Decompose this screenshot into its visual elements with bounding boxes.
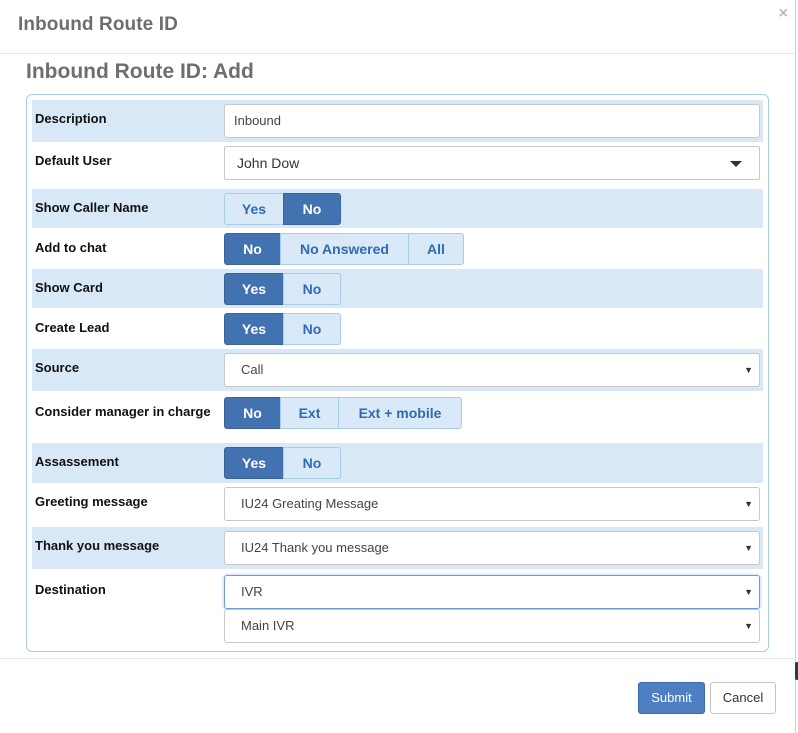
destination-target-value: Main IVR [241, 618, 295, 633]
modal-title: Inbound Route ID [18, 14, 178, 35]
show-card-label: Show Card [35, 280, 103, 295]
default-user-value: John Dow [237, 155, 300, 171]
destination-target-select[interactable]: Main IVR ▼ [224, 609, 760, 643]
destination-type-value: IVR [241, 584, 263, 599]
greeting-message-select[interactable]: IU24 Greating Message ▼ [224, 487, 760, 521]
cancel-button[interactable]: Cancel [710, 682, 776, 714]
add-to-chat-no[interactable]: No [224, 233, 281, 265]
create-lead-no[interactable]: No [283, 313, 341, 345]
add-to-chat-toggle: No No Answered All [224, 233, 464, 265]
close-icon[interactable]: × [779, 6, 788, 22]
greeting-message-label: Greeting message [35, 494, 148, 509]
dropdown-arrow-icon: ▼ [744, 621, 753, 631]
thank-you-message-select[interactable]: IU24 Thank you message ▼ [224, 531, 760, 565]
show-caller-name-toggle: Yes No [224, 193, 341, 225]
greeting-message-value: IU24 Greating Message [241, 496, 379, 511]
consider-manager-no[interactable]: No [224, 397, 281, 429]
show-card-yes[interactable]: Yes [224, 273, 284, 305]
source-label: Source [35, 360, 80, 375]
thank-you-message-label: Thank you message [35, 538, 160, 553]
modal-footer: Submit Cancel [0, 658, 796, 733]
consider-manager-toggle: No Ext Ext + mobile [224, 397, 462, 429]
create-lead-toggle: Yes No [224, 313, 341, 345]
description-label: Description [35, 111, 107, 126]
add-to-chat-label: Add to chat [35, 240, 107, 255]
destination-type-select[interactable]: IVR ▼ [224, 575, 760, 609]
form-title: Inbound Route ID: Add [26, 60, 254, 83]
row-show-card: Show Card [32, 269, 763, 308]
consider-manager-label: Consider manager in charge [35, 404, 211, 419]
dropdown-arrow-icon: ▼ [744, 543, 753, 553]
default-user-label: Default User [35, 153, 112, 168]
row-assassement: Assassement [32, 443, 763, 483]
row-show-caller-name: Show Caller Name [32, 189, 763, 228]
assassement-no[interactable]: No [283, 447, 341, 479]
dropdown-arrow-icon: ▼ [744, 587, 753, 597]
modal-header: Inbound Route ID × [0, 0, 796, 54]
consider-manager-ext[interactable]: Ext [280, 397, 339, 429]
default-user-select[interactable]: John Dow [224, 146, 760, 180]
show-caller-name-no[interactable]: No [283, 193, 341, 225]
add-to-chat-no-answered[interactable]: No Answered [280, 233, 409, 265]
assassement-label: Assassement [35, 454, 119, 469]
consider-manager-ext-mobile[interactable]: Ext + mobile [338, 397, 462, 429]
create-lead-label: Create Lead [35, 320, 110, 335]
description-input[interactable]: Inbound [224, 104, 760, 138]
add-to-chat-all[interactable]: All [408, 233, 464, 265]
show-card-toggle: Yes No [224, 273, 341, 305]
assassement-yes[interactable]: Yes [224, 447, 284, 479]
thank-you-message-value: IU24 Thank you message [241, 540, 389, 555]
row-create-lead: Create Lead [32, 309, 763, 349]
modal-dialog: Inbound Route ID × Inbound Route ID: Add… [0, 0, 796, 733]
show-card-no[interactable]: No [283, 273, 341, 305]
create-lead-yes[interactable]: Yes [224, 313, 284, 345]
dropdown-arrow-icon: ▼ [744, 365, 753, 375]
source-select[interactable]: Call ▼ [224, 353, 760, 387]
chevron-down-icon [730, 161, 742, 167]
show-caller-name-yes[interactable]: Yes [224, 193, 284, 225]
assassement-toggle: Yes No [224, 447, 341, 479]
dropdown-arrow-icon: ▼ [744, 499, 753, 509]
submit-button[interactable]: Submit [638, 682, 705, 714]
show-caller-name-label: Show Caller Name [35, 200, 149, 215]
destination-label: Destination [35, 582, 106, 597]
source-value: Call [241, 362, 264, 377]
